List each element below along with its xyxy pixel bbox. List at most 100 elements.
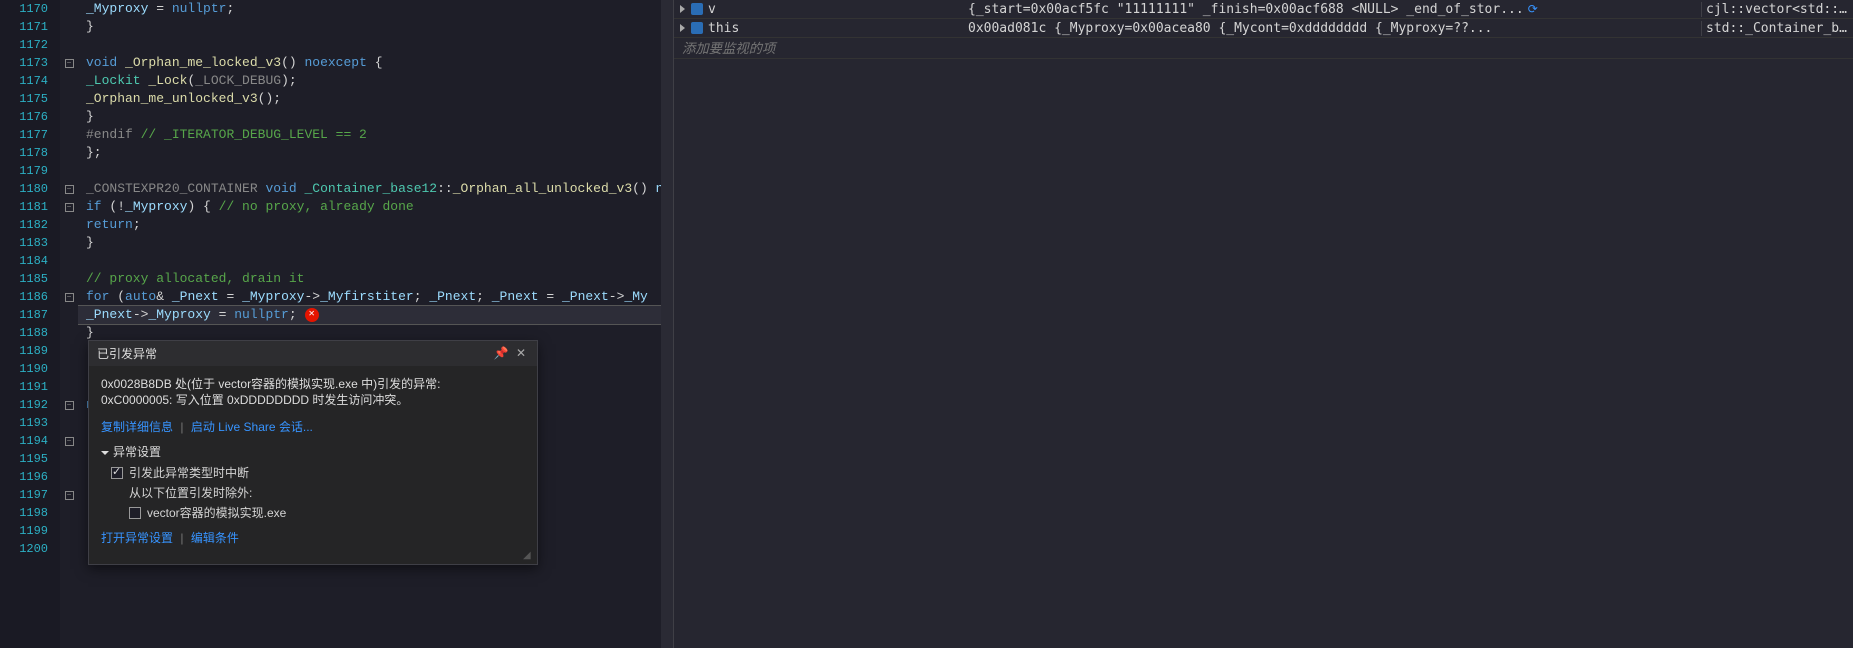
code-line[interactable] — [78, 252, 661, 270]
watch-add-row[interactable] — [674, 38, 1853, 59]
fold-toggle[interactable] — [60, 36, 78, 54]
watch-panel: v{_start=0x00acf5fc "11111111" _finish=0… — [673, 0, 1853, 648]
line-number: 1192 — [0, 396, 60, 414]
code-line[interactable]: return; — [78, 216, 661, 234]
line-number: 1175 — [0, 90, 60, 108]
line-number: 1185 — [0, 270, 60, 288]
code-line[interactable]: } — [78, 234, 661, 252]
break-checkbox[interactable] — [111, 467, 123, 479]
fold-toggle[interactable] — [60, 144, 78, 162]
line-number: 1200 — [0, 540, 60, 558]
fold-toggle[interactable] — [60, 468, 78, 486]
code-line[interactable] — [78, 162, 661, 180]
line-number: 1198 — [0, 504, 60, 522]
code-line[interactable]: #endif // _ITERATOR_DEBUG_LEVEL == 2 — [78, 126, 661, 144]
close-icon[interactable]: ✕ — [513, 346, 529, 362]
line-number: 1193 — [0, 414, 60, 432]
watch-row[interactable]: v{_start=0x00acf5fc "11111111" _finish=0… — [674, 0, 1853, 19]
fold-toggle[interactable] — [60, 0, 78, 18]
fold-toggle[interactable]: − — [60, 288, 78, 306]
line-number: 1177 — [0, 126, 60, 144]
line-number: 1187 — [0, 306, 60, 324]
line-number: 1183 — [0, 234, 60, 252]
line-number: 1196 — [0, 468, 60, 486]
fold-toggle[interactable] — [60, 270, 78, 288]
line-number: 1172 — [0, 36, 60, 54]
fold-toggle[interactable] — [60, 540, 78, 558]
line-number: 1199 — [0, 522, 60, 540]
resize-grip-icon[interactable]: ◢ — [523, 550, 535, 562]
fold-toggle[interactable]: − — [60, 486, 78, 504]
exception-settings-header[interactable]: 异常设置 — [101, 443, 525, 460]
code-line[interactable]: _Orphan_me_unlocked_v3(); — [78, 90, 661, 108]
line-number: 1197 — [0, 486, 60, 504]
code-line[interactable]: if (!_Myproxy) { // no proxy, already do… — [78, 198, 661, 216]
fold-toggle[interactable] — [60, 216, 78, 234]
copy-details-link[interactable]: 复制详细信息 — [101, 420, 173, 434]
code-line[interactable] — [78, 36, 661, 54]
edit-condition-link[interactable]: 编辑条件 — [191, 531, 239, 545]
expand-icon[interactable] — [680, 5, 685, 13]
fold-toggle[interactable]: − — [60, 396, 78, 414]
watch-row[interactable]: this0x00ad081c {_Myproxy=0x00acea80 {_My… — [674, 19, 1853, 38]
line-number: 1173 — [0, 54, 60, 72]
fold-toggle[interactable] — [60, 378, 78, 396]
code-line[interactable]: } — [78, 18, 661, 36]
pin-icon[interactable]: 📌 — [493, 346, 509, 362]
line-number: 1184 — [0, 252, 60, 270]
fold-toggle[interactable] — [60, 522, 78, 540]
fold-toggle[interactable]: − — [60, 180, 78, 198]
line-number: 1182 — [0, 216, 60, 234]
chevron-down-icon — [101, 451, 109, 455]
line-number-gutter: 1170117111721173117411751176117711781179… — [0, 0, 60, 648]
fold-toggle[interactable] — [60, 252, 78, 270]
code-line[interactable]: }; — [78, 144, 661, 162]
line-number: 1176 — [0, 108, 60, 126]
line-number: 1179 — [0, 162, 60, 180]
fold-toggle[interactable] — [60, 342, 78, 360]
code-line[interactable]: // proxy allocated, drain it — [78, 270, 661, 288]
line-number: 1170 — [0, 0, 60, 18]
line-number: 1186 — [0, 288, 60, 306]
code-line[interactable]: _Lockit _Lock(_LOCK_DEBUG); — [78, 72, 661, 90]
fold-toggle[interactable] — [60, 108, 78, 126]
code-editor-pane: 1170117111721173117411751176117711781179… — [0, 0, 673, 648]
watch-add-input[interactable] — [682, 41, 1853, 56]
fold-toggle[interactable] — [60, 18, 78, 36]
overview-ruler — [661, 0, 673, 648]
watch-rows: v{_start=0x00acf5fc "11111111" _finish=0… — [674, 0, 1853, 38]
fold-toggle[interactable]: − — [60, 198, 78, 216]
line-number: 1188 — [0, 324, 60, 342]
code-line[interactable]: for (auto& _Pnext = _Myproxy->_Myfirstit… — [78, 288, 661, 306]
refresh-icon[interactable]: ⟳ — [1528, 2, 1542, 16]
fold-toggle[interactable] — [60, 162, 78, 180]
line-number: 1194 — [0, 432, 60, 450]
fold-toggle[interactable] — [60, 360, 78, 378]
code-line[interactable]: _Myproxy = nullptr; — [78, 0, 661, 18]
line-number: 1190 — [0, 360, 60, 378]
exception-header: 已引发异常 📌 ✕ — [89, 341, 537, 366]
fold-toggle[interactable] — [60, 90, 78, 108]
fold-toggle[interactable] — [60, 450, 78, 468]
fold-toggle[interactable]: − — [60, 432, 78, 450]
fold-toggle[interactable] — [60, 504, 78, 522]
expand-icon[interactable] — [680, 24, 685, 32]
fold-toggle[interactable] — [60, 306, 78, 324]
line-number: 1181 — [0, 198, 60, 216]
variable-icon — [691, 3, 703, 15]
fold-toggle[interactable] — [60, 72, 78, 90]
code-line[interactable]: _CONSTEXPR20_CONTAINER void _Container_b… — [78, 180, 661, 198]
open-settings-link[interactable]: 打开异常设置 — [101, 531, 173, 545]
line-number: 1195 — [0, 450, 60, 468]
code-line[interactable]: _Pnext->_Myproxy = nullptr;✕ — [78, 306, 661, 324]
fold-toggle[interactable] — [60, 126, 78, 144]
code-line[interactable]: void _Orphan_me_locked_v3() noexcept { — [78, 54, 661, 72]
fold-toggle[interactable]: − — [60, 54, 78, 72]
fold-toggle[interactable] — [60, 324, 78, 342]
liveshare-link[interactable]: 启动 Live Share 会话... — [191, 420, 313, 434]
except-item-checkbox[interactable] — [129, 507, 141, 519]
code-line[interactable]: } — [78, 108, 661, 126]
fold-toggle[interactable] — [60, 234, 78, 252]
error-icon[interactable]: ✕ — [305, 308, 319, 322]
fold-toggle[interactable] — [60, 414, 78, 432]
